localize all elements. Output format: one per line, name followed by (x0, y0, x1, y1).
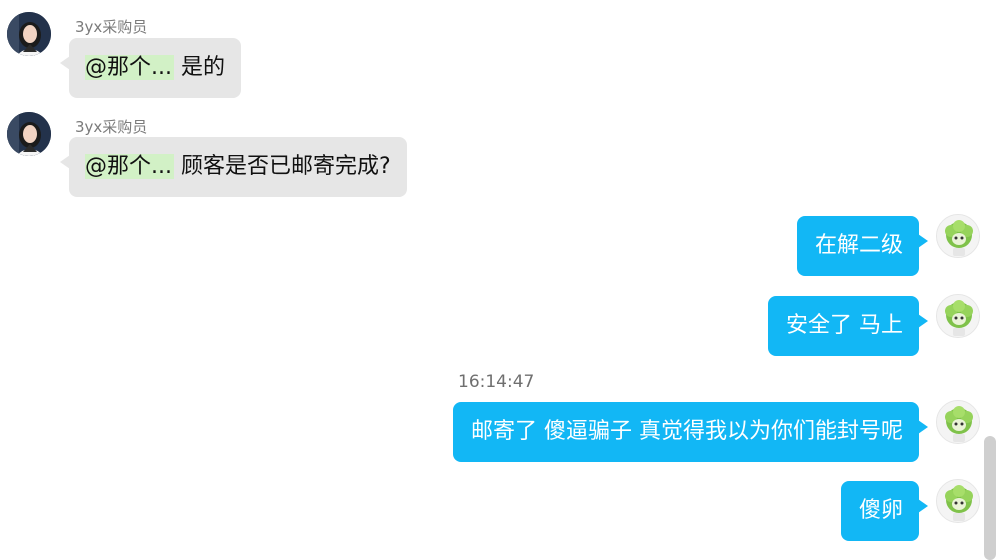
cabbage-avatar-icon (937, 215, 979, 257)
my-avatar[interactable] (936, 294, 980, 338)
cabbage-avatar-icon (937, 295, 979, 337)
person-avatar-icon (7, 12, 51, 56)
message-bubble[interactable]: 傻卵 (840, 481, 929, 541)
message-bubble[interactable]: 在解二级 (796, 216, 929, 276)
mention-tag[interactable]: @那个... (85, 55, 174, 80)
my-avatar[interactable] (936, 479, 980, 523)
sender-avatar[interactable] (7, 112, 51, 156)
scrollbar-thumb[interactable] (984, 436, 996, 560)
cabbage-avatar-icon (937, 401, 979, 443)
message-text: 安全了 马上 (786, 313, 903, 338)
message-bubble[interactable]: @那个... 是的 (60, 38, 241, 98)
cabbage-avatar-icon (937, 480, 979, 522)
my-avatar[interactable] (936, 400, 980, 444)
message-text: 傻卵 (858, 498, 903, 523)
message-text: 邮寄了 傻逼骗子 真觉得我以为你们能封号呢 (471, 419, 903, 444)
person-avatar-icon (7, 112, 51, 156)
message-text: 顾客是否已邮寄完成? (180, 154, 391, 179)
sender-name: 3yx采购员 (75, 118, 148, 136)
sender-name: 3yx采购员 (75, 18, 148, 36)
message-bubble[interactable]: 安全了 马上 (768, 296, 928, 356)
message-bubble[interactable]: 邮寄了 傻逼骗子 真觉得我以为你们能封号呢 (453, 402, 928, 462)
message-bubble[interactable]: @那个... 顾客是否已邮寄完成? (60, 137, 407, 197)
mention-tag[interactable]: @那个... (85, 154, 174, 179)
message-text: 在解二级 (814, 233, 903, 258)
chat-message-area: 3yx采购员 @那个... 是的 3yx采购员 @那个... 顾客是否已邮寄完成… (0, 0, 998, 560)
sender-avatar[interactable] (7, 12, 51, 56)
message-text: 是的 (180, 55, 225, 80)
message-timestamp: 16:14:47 (458, 372, 535, 392)
my-avatar[interactable] (936, 214, 980, 258)
